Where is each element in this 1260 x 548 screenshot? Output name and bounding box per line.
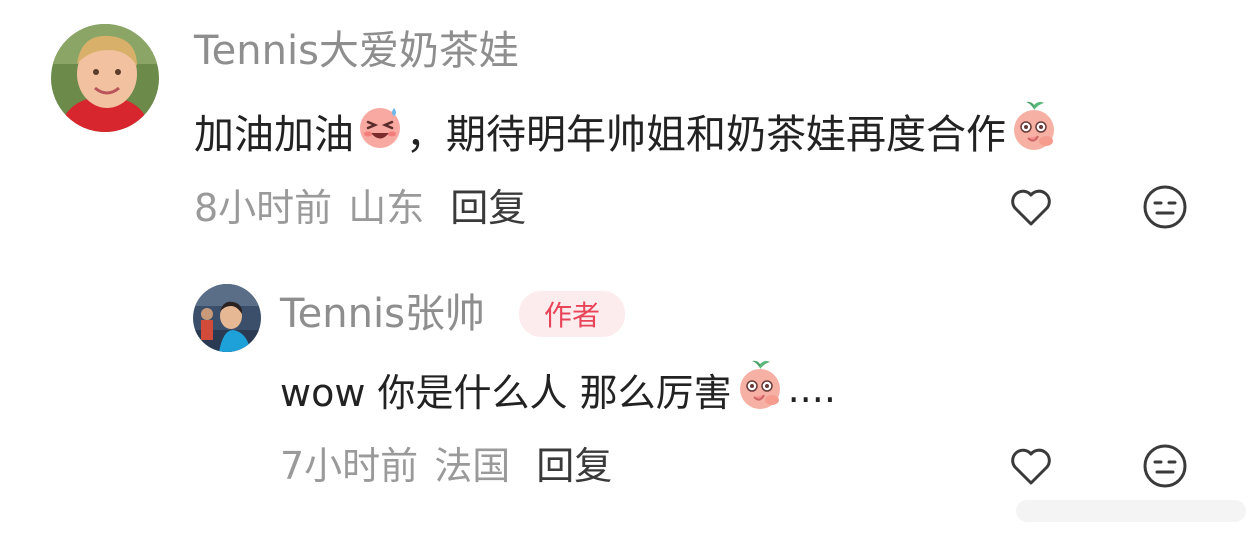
reply-button[interactable]: 回复 [450, 182, 526, 234]
emoji-button[interactable] [1140, 441, 1190, 491]
like-button[interactable] [1006, 182, 1056, 232]
peach-shy-emoji [1008, 100, 1060, 162]
heart-icon [1011, 189, 1051, 226]
comment-text-part: .... [787, 367, 836, 411]
avatar[interactable] [51, 24, 159, 132]
username[interactable]: Tennis大爱奶茶娃 [194, 24, 519, 78]
watermark [1016, 490, 1246, 534]
comment-text-part: 加油加油 [194, 112, 354, 158]
author-badge: 作者 [519, 291, 625, 337]
laughing-emoji [356, 102, 404, 160]
location: 法国 [434, 444, 511, 488]
timestamp: 8小时前 [194, 186, 333, 230]
comment-meta: 8小时前 山东 回复 [194, 182, 526, 234]
location: 山东 [348, 186, 425, 230]
peach-shy-emoji [734, 359, 786, 420]
comment-meta: 7小时前 法国 回复 [280, 440, 612, 492]
comment-text: wow 你是什么人 那么厉害 .... [280, 360, 836, 416]
comment-text-part: wow 你是什么人 那么厉害 [280, 370, 732, 415]
comment-text: 加油加油 ，期待明年帅姐和奶茶娃再度合作 [194, 101, 1060, 160]
like-button[interactable] [1006, 441, 1056, 491]
neutral-face-icon [1143, 185, 1187, 229]
emoji-button[interactable] [1140, 182, 1190, 232]
timestamp: 7小时前 [280, 444, 419, 488]
heart-icon [1011, 448, 1051, 485]
avatar[interactable] [193, 284, 261, 352]
reply-button[interactable]: 回复 [536, 440, 612, 492]
comment-text-part: ，期待明年帅姐和奶茶娃再度合作 [406, 112, 1006, 158]
username[interactable]: Tennis张帅 [280, 287, 485, 341]
neutral-face-icon [1143, 444, 1187, 488]
